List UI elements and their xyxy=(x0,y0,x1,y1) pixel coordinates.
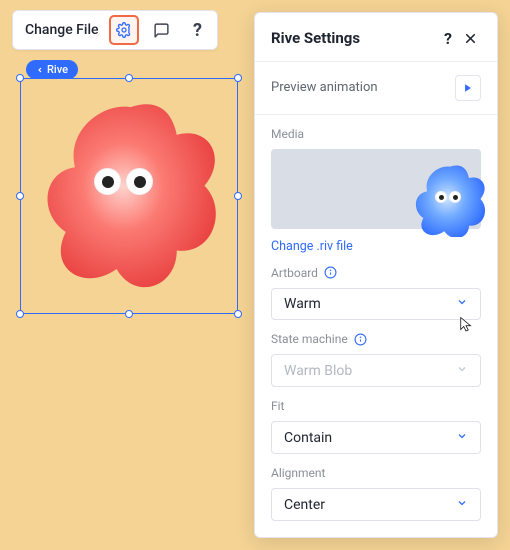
panel-close-button[interactable] xyxy=(459,27,481,49)
info-icon[interactable] xyxy=(324,266,337,279)
comment-icon xyxy=(153,22,170,39)
resize-handle[interactable] xyxy=(234,310,242,318)
artboard-select[interactable]: Warm xyxy=(271,288,481,321)
artboard-select-value: Warm xyxy=(284,296,321,312)
element-type-label: Rive xyxy=(47,63,68,76)
alignment-section-label: Alignment xyxy=(271,466,481,480)
canvas-rive-preview[interactable] xyxy=(38,90,223,300)
resize-handle[interactable] xyxy=(125,310,133,318)
alignment-select[interactable]: Center xyxy=(271,488,481,521)
resize-handle[interactable] xyxy=(16,192,24,200)
panel-help-button[interactable]: ? xyxy=(437,27,459,49)
divider xyxy=(255,114,497,115)
close-icon xyxy=(463,31,478,46)
resize-handle[interactable] xyxy=(16,310,24,318)
chevron-down-icon xyxy=(456,363,468,379)
resize-handle[interactable] xyxy=(16,74,24,82)
panel-title: Rive Settings xyxy=(271,29,437,47)
play-icon xyxy=(463,83,473,93)
settings-button[interactable] xyxy=(109,15,139,45)
help-button[interactable]: ? xyxy=(185,17,211,43)
state-machine-select-value: Warm Blob xyxy=(284,363,352,379)
gear-icon xyxy=(116,22,132,38)
media-section-label: Media xyxy=(271,127,481,141)
rive-settings-panel: Rive Settings ? Preview animation Media xyxy=(254,12,498,538)
change-riv-link[interactable]: Change .riv file xyxy=(271,239,481,254)
change-file-button[interactable]: Change File xyxy=(25,22,99,38)
fit-section-label: Fit xyxy=(271,399,481,413)
character-eye xyxy=(435,191,447,203)
comment-button[interactable] xyxy=(149,17,175,43)
character-eye xyxy=(126,168,153,195)
preview-animation-label: Preview animation xyxy=(271,80,455,95)
artboard-section-label: Artboard xyxy=(271,266,481,280)
alignment-select-value: Center xyxy=(284,497,325,513)
resize-handle[interactable] xyxy=(234,74,242,82)
chevron-left-icon xyxy=(36,66,44,74)
media-thumbnail xyxy=(410,161,490,237)
media-preview-box xyxy=(271,149,481,229)
chevron-down-icon xyxy=(456,296,468,312)
preview-play-button[interactable] xyxy=(455,75,481,101)
resize-handle[interactable] xyxy=(125,74,133,82)
state-machine-section-label: State machine xyxy=(271,332,481,346)
info-icon[interactable] xyxy=(354,333,367,346)
fit-select[interactable]: Contain xyxy=(271,421,481,454)
chevron-down-icon xyxy=(456,497,468,513)
fit-select-value: Contain xyxy=(284,430,332,446)
character-eye xyxy=(449,191,461,203)
chevron-down-icon xyxy=(456,430,468,446)
character-eye xyxy=(94,168,121,195)
state-machine-select: Warm Blob xyxy=(271,354,481,387)
element-type-tag[interactable]: Rive xyxy=(26,60,78,79)
resize-handle[interactable] xyxy=(234,192,242,200)
toolbar: Change File ? xyxy=(12,10,218,50)
